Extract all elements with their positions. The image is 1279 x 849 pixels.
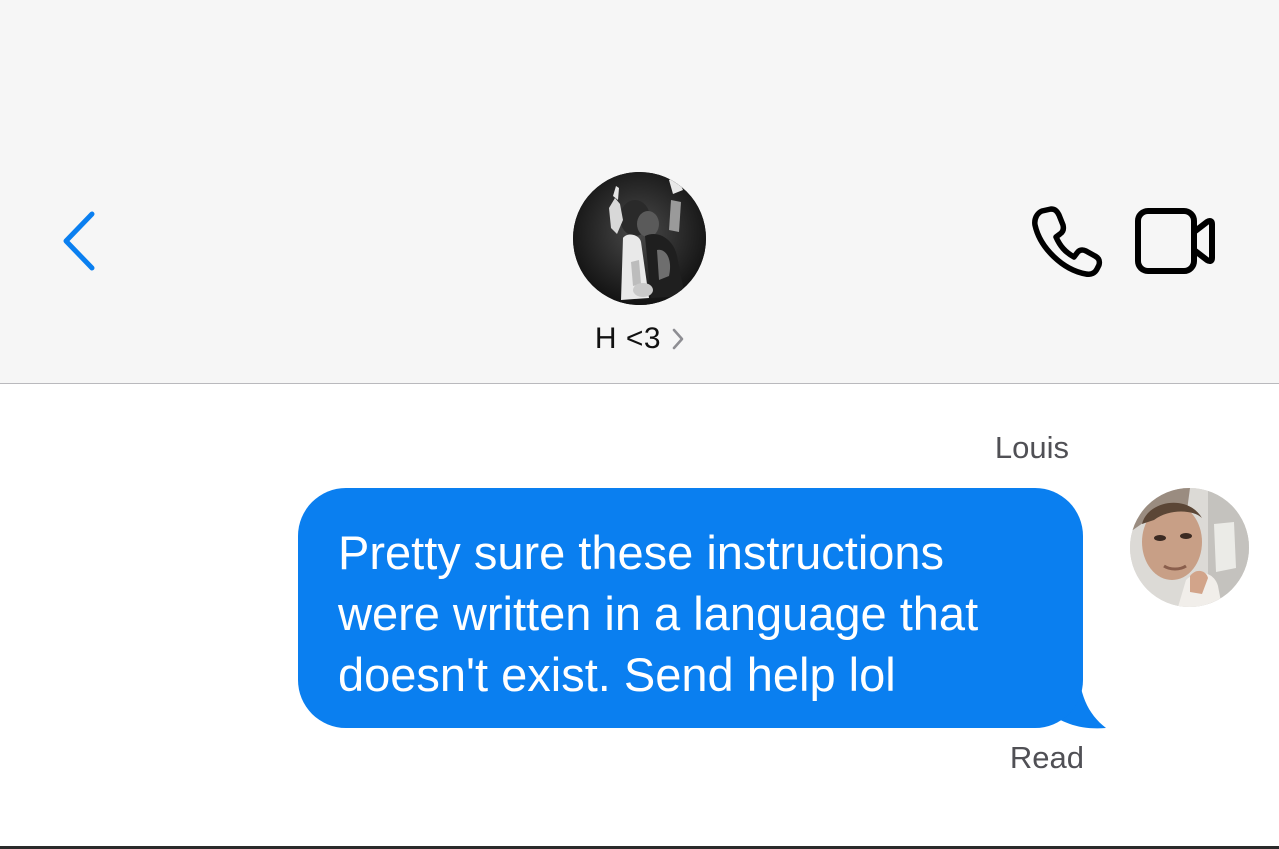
phone-icon bbox=[1032, 206, 1103, 277]
messages-screen: H <3 Louis Pretty sure these instruction… bbox=[0, 0, 1279, 849]
sender-avatar[interactable] bbox=[1130, 488, 1249, 607]
back-button[interactable] bbox=[52, 205, 108, 277]
message-bubble-body: Pretty sure these instructions were writ… bbox=[298, 488, 1083, 728]
message-text: Pretty sure these instructions were writ… bbox=[338, 526, 979, 701]
video-call-button[interactable] bbox=[1130, 203, 1220, 279]
sender-photo bbox=[1130, 488, 1249, 607]
message-bubble[interactable]: Pretty sure these instructions were writ… bbox=[298, 488, 1106, 730]
contact-photo bbox=[573, 172, 706, 305]
conversation-header: H <3 bbox=[0, 0, 1279, 384]
contact-info-button[interactable]: H <3 bbox=[540, 318, 740, 360]
contact-avatar[interactable] bbox=[573, 172, 706, 305]
chevron-right-icon bbox=[671, 327, 685, 351]
contact-name: H <3 bbox=[594, 322, 662, 355]
chevron-left-icon bbox=[63, 211, 95, 271]
message-sender-name: Louis bbox=[994, 430, 1069, 465]
audio-call-button[interactable] bbox=[1028, 203, 1106, 279]
read-receipt: Read bbox=[1009, 740, 1084, 775]
video-camera-icon bbox=[1135, 208, 1215, 274]
